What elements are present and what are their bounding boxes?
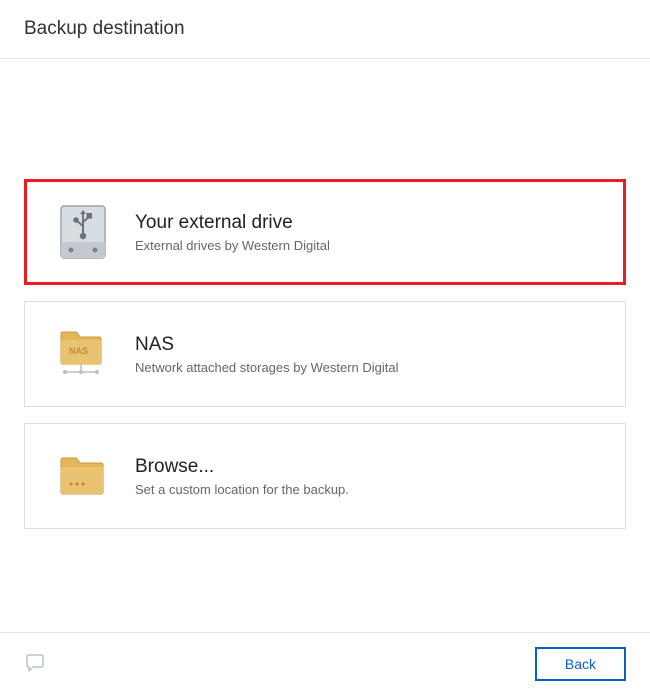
external-drive-icon [53, 202, 113, 262]
nas-folder-icon: NAS [53, 324, 113, 384]
svg-text:NAS: NAS [69, 346, 88, 356]
option-description: Network attached storages by Western Dig… [135, 360, 597, 375]
chat-icon[interactable] [24, 654, 46, 674]
option-external-drive[interactable]: Your external drive External drives by W… [24, 179, 626, 285]
option-text: Browse... Set a custom location for the … [135, 456, 597, 497]
option-description: External drives by Western Digital [135, 238, 597, 253]
option-browse[interactable]: Browse... Set a custom location for the … [24, 423, 626, 529]
option-nas[interactable]: NAS NAS Network attached storages by Wes… [24, 301, 626, 407]
back-button[interactable]: Back [535, 647, 626, 681]
page-header: Backup destination [0, 0, 650, 59]
browse-folder-icon [53, 446, 113, 506]
option-title: Your external drive [135, 212, 597, 234]
option-title: NAS [135, 334, 597, 356]
option-text: NAS Network attached storages by Western… [135, 334, 597, 375]
option-description: Set a custom location for the backup. [135, 482, 597, 497]
option-text: Your external drive External drives by W… [135, 212, 597, 253]
option-title: Browse... [135, 456, 597, 478]
options-container: Your external drive External drives by W… [0, 59, 650, 632]
page-title: Backup destination [24, 18, 626, 40]
page-footer: Back [0, 632, 650, 695]
